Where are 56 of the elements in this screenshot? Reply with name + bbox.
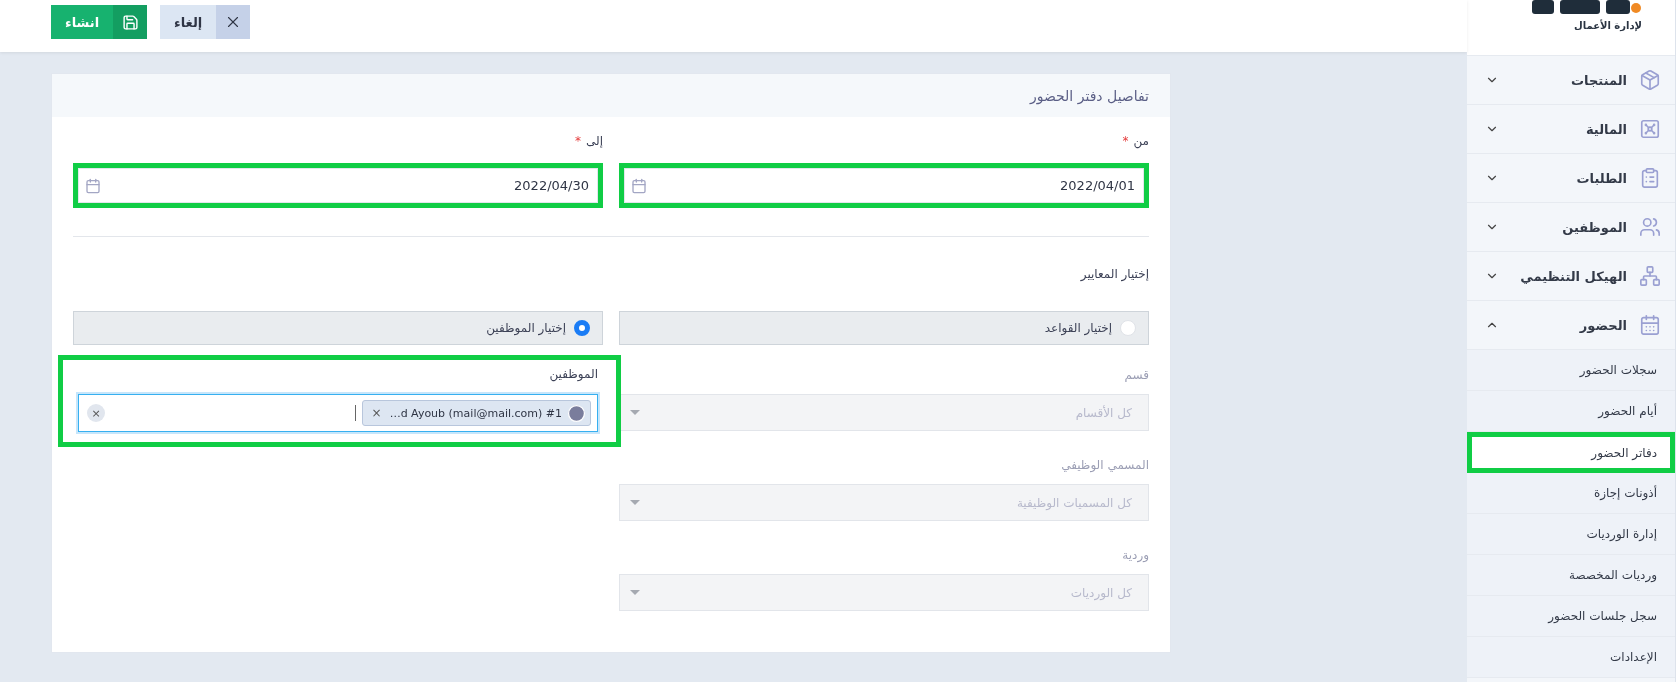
sidebar-item[interactable]: المالية	[1467, 105, 1675, 154]
field-label: من	[1133, 133, 1149, 151]
date-field[interactable]: 2022/04/01	[624, 168, 1144, 203]
nav-label: المالية	[1586, 121, 1627, 137]
employee-select-field[interactable]: …d Ayoub (mail@mail.com) #1 × ×	[78, 394, 598, 432]
field-label: قسم	[1123, 367, 1149, 384]
clear-button[interactable]: ×	[87, 404, 105, 422]
nav-icon	[1639, 265, 1661, 287]
nav-icon	[1639, 118, 1661, 140]
tag-remove-button[interactable]: ×	[368, 406, 385, 420]
dropdown-arrow-icon	[630, 590, 640, 595]
save-icon	[121, 13, 139, 31]
logo-tagline: لإدارة الأعمال	[1574, 20, 1642, 31]
field-label: وردية	[1121, 547, 1149, 565]
sidebar-item[interactable]: المنتجات	[1467, 56, 1675, 105]
sidebar-item[interactable]: الطلبات	[1467, 154, 1675, 203]
nav-label: الهيكل التنظيمي	[1520, 268, 1627, 284]
sidebar-subitem[interactable]: سجل جلسات الحضور	[1467, 596, 1675, 637]
dropdown-arrow-icon	[630, 410, 640, 415]
sidebar-subitem[interactable]: الإعدادات	[1467, 637, 1675, 678]
nav-icon	[1639, 216, 1661, 238]
radio-option[interactable]: إختيار القواعد	[619, 311, 1149, 345]
nav-label: المنتجات	[1571, 72, 1627, 88]
field-label: إلى	[586, 133, 603, 150]
sidebar-subitem[interactable]: ورديات المخصصة	[1467, 555, 1675, 596]
field-label: المسمي الوظيفي	[1060, 457, 1149, 475]
card-title: تفاصيل دفتر الحضور	[52, 74, 1170, 117]
radio-option[interactable]: إختيار الموظفين	[73, 311, 603, 345]
cancel-button[interactable]: إلغاء	[160, 5, 251, 39]
option-label: إختيار الموظفين	[486, 321, 566, 335]
tag-text: …d Ayoub (mail@mail.com) #1	[389, 406, 562, 420]
sidebar-item[interactable]: الموظفين	[1467, 203, 1675, 252]
sidebar-subitem[interactable]: أيام الحضور	[1467, 391, 1675, 432]
nav-label: الموظفين	[1562, 219, 1627, 235]
calendar-icon	[631, 177, 647, 194]
nav-label: الطلبات	[1576, 170, 1627, 186]
section-label: إختيار المعايير	[1079, 266, 1149, 284]
option-label: إختيار القواعد	[1044, 321, 1112, 335]
calendar-icon	[85, 177, 101, 194]
nav-icon	[1639, 314, 1661, 336]
required-mark: *	[575, 133, 581, 150]
date-field[interactable]: 2022/04/30	[78, 168, 598, 203]
radio-icon[interactable]	[574, 320, 590, 336]
required-mark: *	[1122, 133, 1129, 150]
sidebar-subitem[interactable]: دفاتر الحضور	[1467, 432, 1675, 473]
sidebar-subitem[interactable]: إدارة الورديات	[1467, 514, 1675, 555]
sidebar-subitem[interactable]: سجلات الحضور	[1467, 350, 1675, 391]
dropdown-arrow-icon	[630, 500, 640, 505]
field-label: الموظفين	[548, 366, 598, 384]
sidebar-subitem[interactable]: أذونات إجازة	[1467, 473, 1675, 514]
text-cursor	[354, 405, 356, 421]
nav-icon	[1639, 69, 1661, 91]
sidebar-item[interactable]: الهيكل التنظيمي	[1467, 252, 1675, 301]
avatar-icon	[567, 403, 586, 423]
nav-icon	[1639, 167, 1661, 189]
nav-label: الحضور	[1579, 317, 1627, 333]
